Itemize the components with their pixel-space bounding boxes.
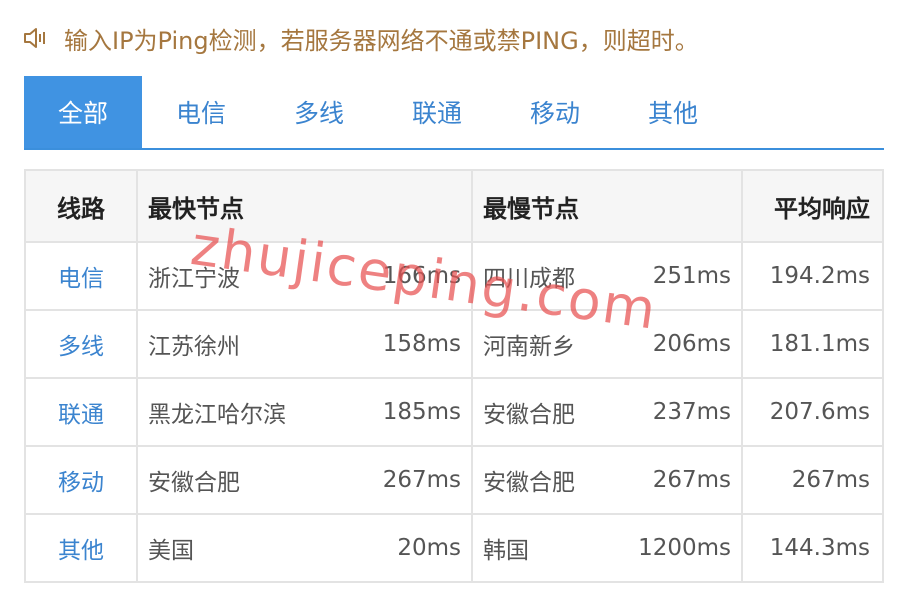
line-link[interactable]: 其他 xyxy=(24,513,138,583)
slow-node-name: 安徽合肥 xyxy=(483,470,575,496)
slow-node-latency: 267ms xyxy=(652,467,731,493)
line-link[interactable]: 电信 xyxy=(24,241,138,311)
slow-node-latency: 1200ms xyxy=(638,535,731,561)
slow-node-latency: 206ms xyxy=(652,331,731,357)
average-latency: 181.1ms xyxy=(741,309,884,379)
ping-notice: 输入IP为Ping检测，若服务器网络不通或禁PING，则超时。 xyxy=(22,20,699,56)
average-latency: 267ms xyxy=(741,445,884,515)
table-row: 其他 美国 20ms 韩国 1200ms 144.3ms xyxy=(24,513,884,583)
fast-node-name: 黑龙江哈尔滨 xyxy=(148,402,286,428)
header-line: 线路 xyxy=(24,169,138,243)
header-fastest-node: 最快节点 xyxy=(136,169,473,243)
header-slowest-node: 最慢节点 xyxy=(471,169,743,243)
line-link[interactable]: 移动 xyxy=(24,445,138,515)
fast-node-name: 安徽合肥 xyxy=(148,470,240,496)
tab-mobile[interactable]: 移动 xyxy=(496,76,614,148)
fast-node-latency: 267ms xyxy=(382,467,461,493)
ping-result-table: 线路 最快节点 最慢节点 平均响应 电信 浙江宁波 166ms 四川成都 251ms… xyxy=(24,169,884,583)
average-latency: 207.6ms xyxy=(741,377,884,447)
line-link[interactable]: 多线 xyxy=(24,309,138,379)
table-row: 移动 安徽合肥 267ms 安徽合肥 267ms 267ms xyxy=(24,445,884,515)
average-latency: 194.2ms xyxy=(741,241,884,311)
fast-node-latency: 166ms xyxy=(382,263,461,289)
fast-node-latency: 20ms xyxy=(397,535,461,561)
slow-node-latency: 251ms xyxy=(652,263,731,289)
tab-all[interactable]: 全部 xyxy=(24,76,142,148)
notice-text: 输入IP为Ping检测，若服务器网络不通或禁PING，则超时。 xyxy=(64,26,699,55)
table-header-row: 线路 最快节点 最慢节点 平均响应 xyxy=(24,169,884,243)
line-link[interactable]: 联通 xyxy=(24,377,138,447)
average-latency: 144.3ms xyxy=(741,513,884,583)
fast-node-latency: 158ms xyxy=(382,331,461,357)
tab-multiline[interactable]: 多线 xyxy=(260,76,378,148)
tab-telecom[interactable]: 电信 xyxy=(142,76,260,148)
fast-node-name: 江苏徐州 xyxy=(148,334,240,360)
table-row: 多线 江苏徐州 158ms 河南新乡 206ms 181.1ms xyxy=(24,309,884,379)
fast-node-latency: 185ms xyxy=(382,399,461,425)
slow-node-name: 四川成都 xyxy=(483,266,575,292)
tab-other[interactable]: 其他 xyxy=(614,76,732,148)
slow-node-latency: 237ms xyxy=(652,399,731,425)
fast-node-name: 浙江宁波 xyxy=(148,266,240,292)
slow-node-name: 河南新乡 xyxy=(483,334,575,360)
table-row: 电信 浙江宁波 166ms 四川成都 251ms 194.2ms xyxy=(24,241,884,311)
table-row: 联通 黑龙江哈尔滨 185ms 安徽合肥 237ms 207.6ms xyxy=(24,377,884,447)
header-average-response: 平均响应 xyxy=(741,169,884,243)
speaker-muted-icon xyxy=(22,25,48,51)
slow-node-name: 安徽合肥 xyxy=(483,402,575,428)
tab-unicom[interactable]: 联通 xyxy=(378,76,496,148)
slow-node-name: 韩国 xyxy=(483,538,529,564)
line-tabs: 全部 电信 多线 联通 移动 其他 xyxy=(24,76,884,150)
fast-node-name: 美国 xyxy=(148,538,194,564)
